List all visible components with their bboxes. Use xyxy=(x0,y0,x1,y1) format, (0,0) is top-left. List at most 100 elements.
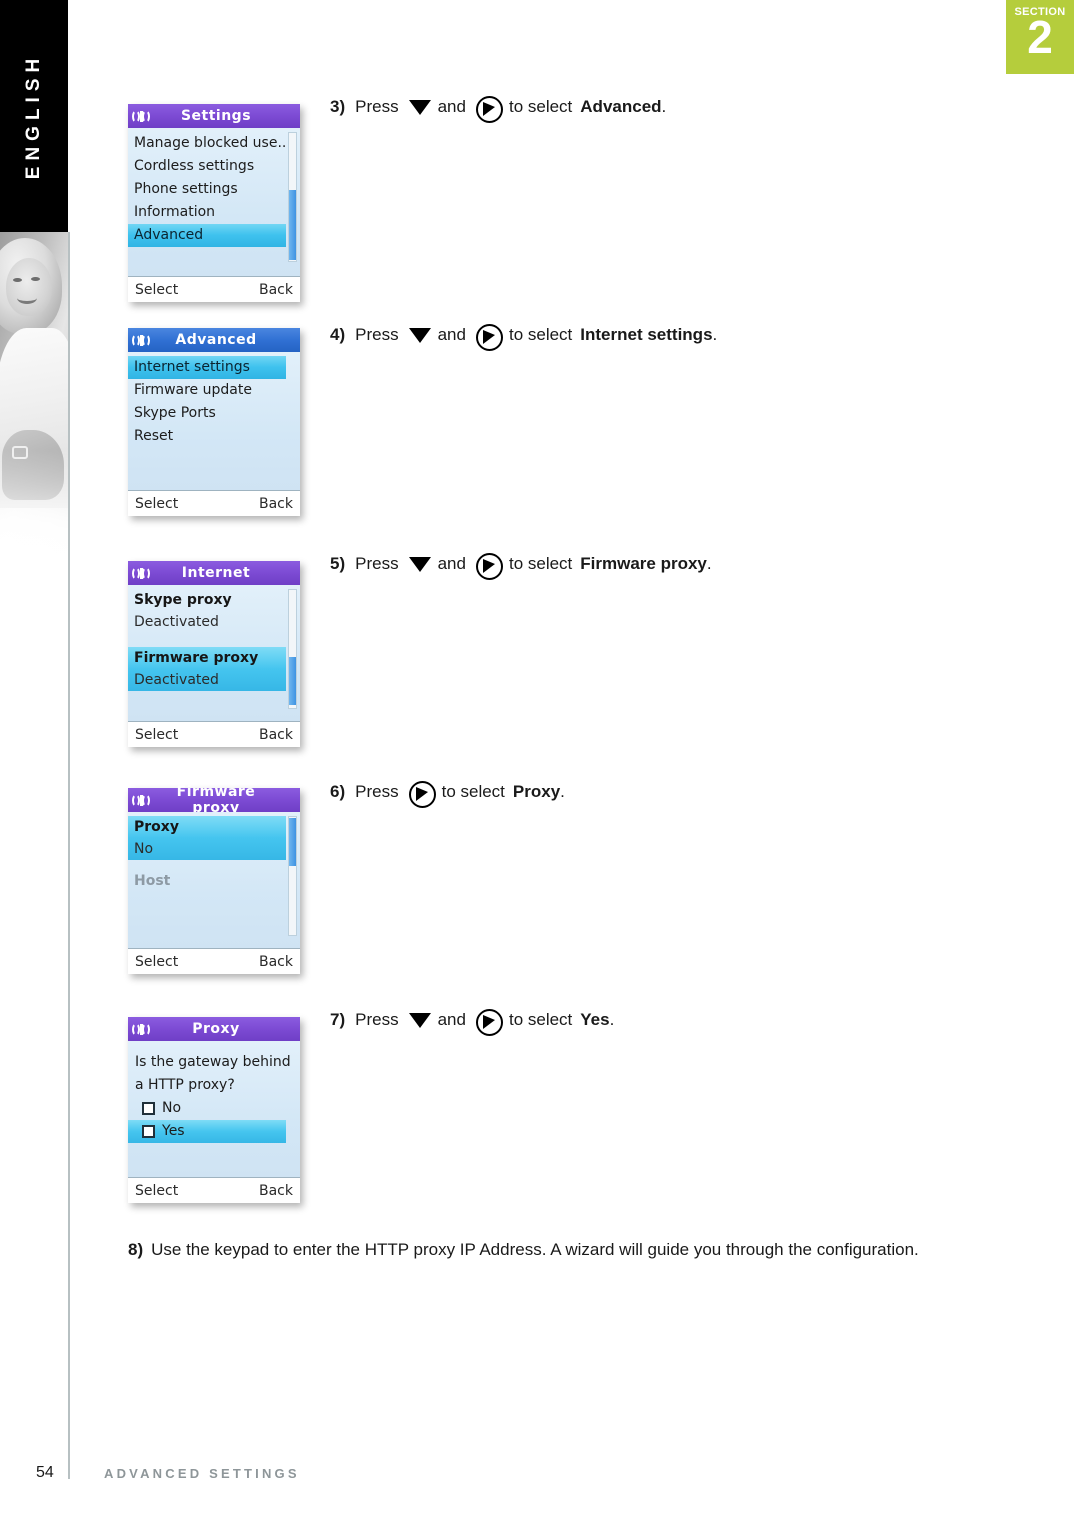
radio-button-icon xyxy=(142,1102,155,1115)
softkey-select[interactable]: Select xyxy=(135,496,178,512)
softkey-back[interactable]: Back xyxy=(259,1183,293,1199)
proxy-question-line-1: Is the gateway behind xyxy=(135,1054,291,1070)
softkey-select[interactable]: Select xyxy=(135,282,178,298)
phone-title-bar-internet: Internet xyxy=(128,561,300,585)
select-key-icon xyxy=(475,553,503,580)
down-arrow-icon xyxy=(408,556,431,572)
step-5-and: and xyxy=(437,553,466,573)
phone-body-settings: Manage blocked use.. Cordless settings P… xyxy=(128,128,300,276)
step-7-text: 7) Press and to select Yes. xyxy=(330,1009,614,1036)
down-arrow-icon xyxy=(408,1012,431,1028)
step-6-press: Press xyxy=(355,781,399,801)
setting-host-label: Host xyxy=(134,873,171,889)
softkey-back[interactable]: Back xyxy=(259,727,293,743)
menu-item-skype-ports[interactable]: Skype Ports xyxy=(128,402,300,425)
softkey-back[interactable]: Back xyxy=(259,954,293,970)
setting-proxy[interactable]: Proxy No xyxy=(128,816,286,860)
menu-item-information[interactable]: Information xyxy=(128,201,300,224)
step-6-number: 6) xyxy=(330,781,346,801)
step-6-period: . xyxy=(560,781,565,801)
step-3-text: 3) Press and to select Advanced. xyxy=(330,96,666,123)
phone-screen-settings: Settings Manage blocked use.. Cordless s… xyxy=(128,104,300,302)
step-4-and: and xyxy=(437,324,466,344)
step-3-and: and xyxy=(437,96,466,116)
language-tab-label: ENGLISH xyxy=(23,52,44,180)
step-5-period: . xyxy=(706,553,712,573)
softkey-select[interactable]: Select xyxy=(135,1183,178,1199)
scrollbar-thumb-firmware-proxy[interactable] xyxy=(289,818,296,866)
section-badge-number: 2 xyxy=(1027,11,1053,63)
step-5-to-select: to select xyxy=(508,553,573,573)
down-arrow-icon xyxy=(408,327,431,343)
phone-title-text-internet: Internet xyxy=(181,565,251,581)
phone-screen-advanced: Advanced Internet settings Firmware upda… xyxy=(128,328,300,516)
step-3-to-select: to select xyxy=(508,96,573,116)
menu-item-cordless-settings[interactable]: Cordless settings xyxy=(128,155,300,178)
menu-item-firmware-update[interactable]: Firmware update xyxy=(128,379,300,402)
softkey-back[interactable]: Back xyxy=(259,282,293,298)
step-4-period: . xyxy=(712,324,718,344)
step-5-number: 5) xyxy=(330,553,346,573)
radio-option-no[interactable]: No xyxy=(128,1097,286,1120)
step-4-text: 4) Press and to select Internet settings… xyxy=(330,324,718,351)
proxy-question-line-2: a HTTP proxy? xyxy=(135,1077,235,1093)
softkey-bar-firmware-proxy: Select Back xyxy=(128,948,300,974)
setting-host[interactable]: Host xyxy=(128,870,286,914)
setting-firmware-proxy-label: Firmware proxy xyxy=(134,650,259,666)
step-8-text: 8) Use the keypad to enter the HTTP proxy… xyxy=(128,1240,919,1260)
step-7-target: Yes xyxy=(580,1009,610,1029)
menu-item-phone-settings[interactable]: Phone settings xyxy=(128,178,300,201)
sidebar-photo xyxy=(0,232,68,580)
menu-item-reset[interactable]: Reset xyxy=(128,425,300,448)
phone-body-firmware-proxy: Proxy No Host xyxy=(128,812,300,948)
step-3-target: Advanced xyxy=(580,96,662,116)
step-4-number: 4) xyxy=(330,324,346,344)
select-key-icon xyxy=(475,324,503,351)
setting-firmware-proxy[interactable]: Firmware proxy Deactivated xyxy=(128,647,286,691)
softkey-select[interactable]: Select xyxy=(135,954,178,970)
phone-screen-firmware-proxy: Firmware proxy Proxy No Host Select Back xyxy=(128,784,300,974)
setting-proxy-value: No xyxy=(134,841,154,857)
scrollbar-thumb-internet[interactable] xyxy=(289,657,296,705)
scrollbar-thumb-settings[interactable] xyxy=(289,190,296,260)
step-3-press: Press xyxy=(355,96,399,116)
menu-item-advanced[interactable]: Advanced xyxy=(128,224,286,247)
softkey-select[interactable]: Select xyxy=(135,727,178,743)
radio-option-yes[interactable]: Yes xyxy=(128,1120,286,1143)
photo-eye-left xyxy=(13,278,22,282)
antenna-signal-icon xyxy=(128,792,154,808)
step-7-and: and xyxy=(437,1009,466,1029)
step-5-text: 5) Press and to select Firmware proxy. xyxy=(330,553,712,580)
phone-title-bar-advanced: Advanced xyxy=(128,328,300,352)
phone-title-bar-settings: Settings xyxy=(128,104,300,128)
setting-firmware-proxy-value: Deactivated xyxy=(134,672,219,688)
softkey-bar-internet: Select Back xyxy=(128,721,300,747)
phone-body-advanced: Internet settings Firmware update Skype … xyxy=(128,352,300,490)
radio-option-yes-label: Yes xyxy=(162,1123,185,1139)
step-7-press: Press xyxy=(355,1009,399,1029)
setting-skype-proxy[interactable]: Skype proxy Deactivated xyxy=(128,589,286,633)
step-8-number: 8) xyxy=(128,1240,144,1259)
phone-title-text-proxy: Proxy xyxy=(192,1021,240,1037)
down-arrow-icon xyxy=(408,99,431,115)
phone-body-proxy: Is the gateway behind a HTTP proxy? No Y… xyxy=(128,1041,300,1177)
select-key-icon xyxy=(475,1009,503,1036)
footer-page-number: 54 xyxy=(36,1464,54,1481)
step-4-to-select: to select xyxy=(508,324,573,344)
step-6-to-select: to select xyxy=(441,781,505,801)
menu-item-manage-blocked-users[interactable]: Manage blocked use.. xyxy=(128,132,300,155)
menu-item-internet-settings[interactable]: Internet settings xyxy=(128,356,286,379)
step-4-target: Internet settings xyxy=(580,324,713,344)
step-3-number: 3) xyxy=(330,96,346,116)
photo-face xyxy=(6,258,52,316)
section-badge: SECTION 2 xyxy=(1006,0,1074,74)
phone-title-bar-firmware-proxy: Firmware proxy xyxy=(128,784,300,816)
setting-host-value xyxy=(134,892,286,914)
photo-smile xyxy=(17,292,37,304)
antenna-signal-icon xyxy=(128,565,154,581)
setting-proxy-label: Proxy xyxy=(134,819,179,835)
photo-eye-right xyxy=(31,277,40,281)
softkey-back[interactable]: Back xyxy=(259,496,293,512)
setting-skype-proxy-value: Deactivated xyxy=(134,614,219,630)
